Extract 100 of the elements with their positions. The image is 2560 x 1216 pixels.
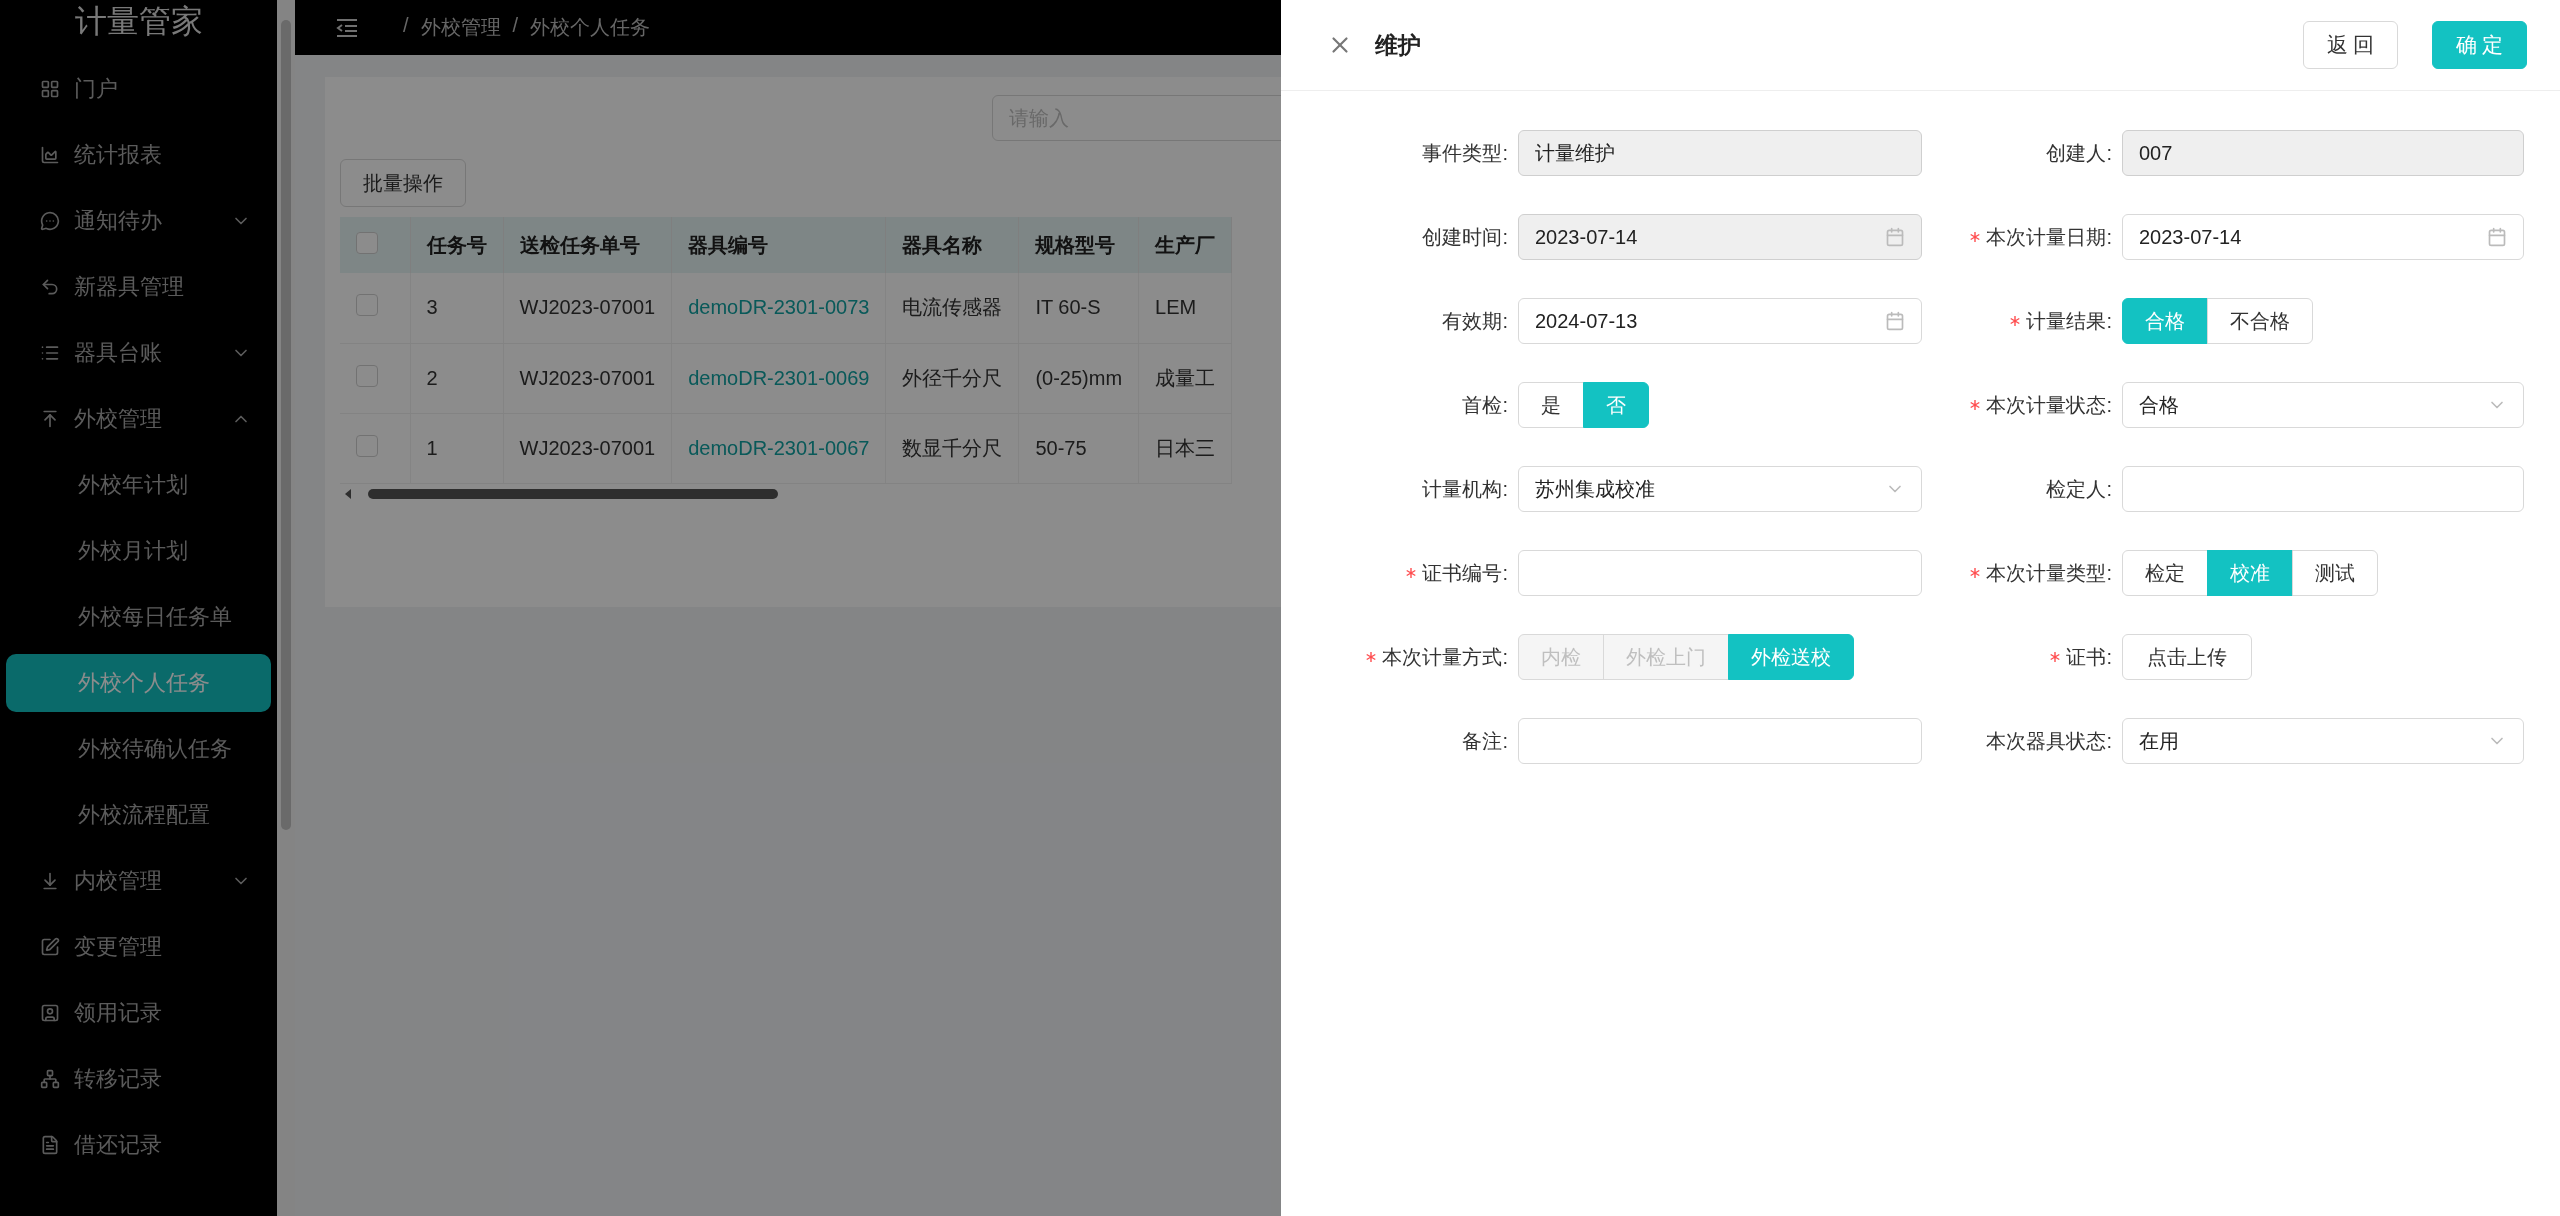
field-label: 事件类型: [1422, 140, 1508, 166]
column-header: 器具名称 [885, 217, 1019, 273]
date-field[interactable]: 2023-07-14 [2122, 214, 2524, 260]
sitemap-icon [40, 1069, 60, 1089]
menu-item[interactable]: 器具台账 [0, 320, 277, 386]
field-label: 检定人: [2046, 476, 2112, 502]
table-cell: 数显千分尺 [885, 413, 1019, 483]
field-label: 本次计量日期: [1986, 224, 2112, 250]
table-cell: WJ2023-07001 [503, 273, 672, 343]
checkbox[interactable] [356, 364, 378, 387]
document-icon [40, 1135, 60, 1155]
checkbox[interactable] [356, 294, 378, 317]
return-arrow-icon [40, 277, 60, 297]
menu-item[interactable]: 内校管理 [0, 848, 277, 914]
field-label: 创建人: [2046, 140, 2112, 166]
submenu-item[interactable]: 外校月计划 [6, 522, 271, 580]
edit-icon [40, 937, 60, 957]
grid-icon [40, 79, 60, 99]
calendar-icon [2487, 227, 2507, 247]
breadcrumb-separator: / [512, 14, 519, 38]
submenu-item[interactable]: 外校流程配置 [6, 786, 271, 844]
menu-item[interactable]: 门户 [0, 56, 277, 122]
field-label: 备注: [1462, 728, 1508, 754]
checkbox[interactable] [356, 434, 378, 457]
menu-icon[interactable] [335, 17, 359, 38]
menu-item[interactable]: 借还记录 [0, 1112, 277, 1178]
back-button[interactable]: 返 回 [2303, 21, 2398, 69]
table-cell: IT 60-S [1018, 273, 1139, 343]
submenu-item[interactable]: 外校年计划 [6, 456, 271, 514]
field-label: 本次计量类型: [1986, 560, 2112, 586]
option-button[interactable]: 不合格 [2207, 298, 2313, 344]
select-field[interactable]: 苏州集成校准 [1518, 466, 1922, 512]
required-icon [2010, 316, 2021, 326]
table-cell: WJ2023-07001 [503, 343, 672, 413]
field-label: 证书编号: [1422, 560, 1508, 586]
scrollbar[interactable] [277, 0, 295, 1216]
column-header: 规格型号 [1018, 217, 1139, 273]
menu-item[interactable]: 领用记录 [0, 980, 277, 1046]
menu-item[interactable]: 外校管理 [0, 386, 277, 452]
menu-item[interactable]: 变更管理 [0, 914, 277, 980]
column-header: 任务号 [410, 217, 503, 273]
field-label: 有效期: [1442, 308, 1508, 334]
confirm-button[interactable]: 确 定 [2432, 21, 2527, 69]
input-field[interactable] [1518, 718, 1922, 764]
batch-button[interactable]: 批量操作 [340, 159, 466, 207]
option-button[interactable]: 校准 [2207, 550, 2293, 596]
breadcrumb-link[interactable]: 外校管理 [420, 14, 501, 41]
id-card-icon [40, 1003, 60, 1023]
table-cell: 成量工 [1138, 343, 1232, 413]
input-field[interactable] [2122, 466, 2524, 512]
select-field[interactable]: 在用 [2122, 718, 2524, 764]
field-label: 创建时间: [1422, 224, 1508, 250]
menu-item[interactable]: 统计报表 [0, 122, 277, 188]
chart-icon [40, 145, 60, 165]
option-button[interactable]: 外检送校 [1728, 634, 1854, 680]
column-header: 器具编号 [671, 217, 886, 273]
field-label: 本次器具状态: [1986, 728, 2112, 754]
table-cell: 电流传感器 [885, 273, 1019, 343]
required-icon [1970, 568, 1981, 578]
table-link[interactable]: demoDR-2301-0073 [671, 273, 886, 343]
field-label: 首检: [1462, 392, 1508, 418]
submenu-item[interactable]: 外校个人任务 [6, 654, 271, 712]
option-button[interactable]: 检定 [2122, 550, 2208, 596]
download-icon [40, 871, 60, 891]
table-cell: 日本三 [1138, 413, 1232, 483]
table-link[interactable]: demoDR-2301-0069 [671, 343, 886, 413]
table-cell: 外径千分尺 [885, 343, 1019, 413]
table-cell: 2 [410, 343, 503, 413]
checkbox[interactable] [356, 231, 378, 254]
chat-bubble-icon [40, 211, 60, 231]
table-cell: 3 [410, 273, 503, 343]
table-cell: (0-25)mm [1018, 343, 1139, 413]
menu-item[interactable]: 转移记录 [0, 1046, 277, 1112]
field-label: 证书: [2066, 644, 2112, 670]
select-field[interactable]: 合格 [2122, 382, 2524, 428]
option-button[interactable]: 是 [1518, 382, 1584, 428]
table-cell: 50-75 [1018, 413, 1139, 483]
column-header: 生产厂 [1138, 217, 1232, 273]
breadcrumb-link[interactable]: 外校个人任务 [530, 14, 651, 41]
field-label: 计量结果: [2026, 308, 2112, 334]
table-cell: LEM [1138, 273, 1232, 343]
required-icon [1406, 568, 1417, 578]
menu-item[interactable]: 通知待办 [0, 188, 277, 254]
option-button[interactable]: 合格 [2122, 298, 2208, 344]
required-icon [1970, 400, 1981, 410]
submenu-item[interactable]: 外校待确认任务 [6, 720, 271, 778]
upload-button[interactable]: 点击上传 [2122, 634, 2252, 680]
submenu-item[interactable]: 外校每日任务单 [6, 588, 271, 646]
calendar-icon [1885, 311, 1905, 331]
table-cell: 1 [410, 413, 503, 483]
table-link[interactable]: demoDR-2301-0067 [671, 413, 886, 483]
option-button[interactable]: 否 [1583, 382, 1649, 428]
field-label: 本次计量方式: [1382, 644, 1508, 670]
menu-item[interactable]: 新器具管理 [0, 254, 277, 320]
date-field[interactable]: 2024-07-13 [1518, 298, 1922, 344]
option-button[interactable]: 测试 [2292, 550, 2378, 596]
required-icon [1970, 232, 1981, 242]
field-label: 本次计量状态: [1986, 392, 2112, 418]
list-icon [40, 343, 60, 363]
input-field[interactable] [1518, 550, 1922, 596]
